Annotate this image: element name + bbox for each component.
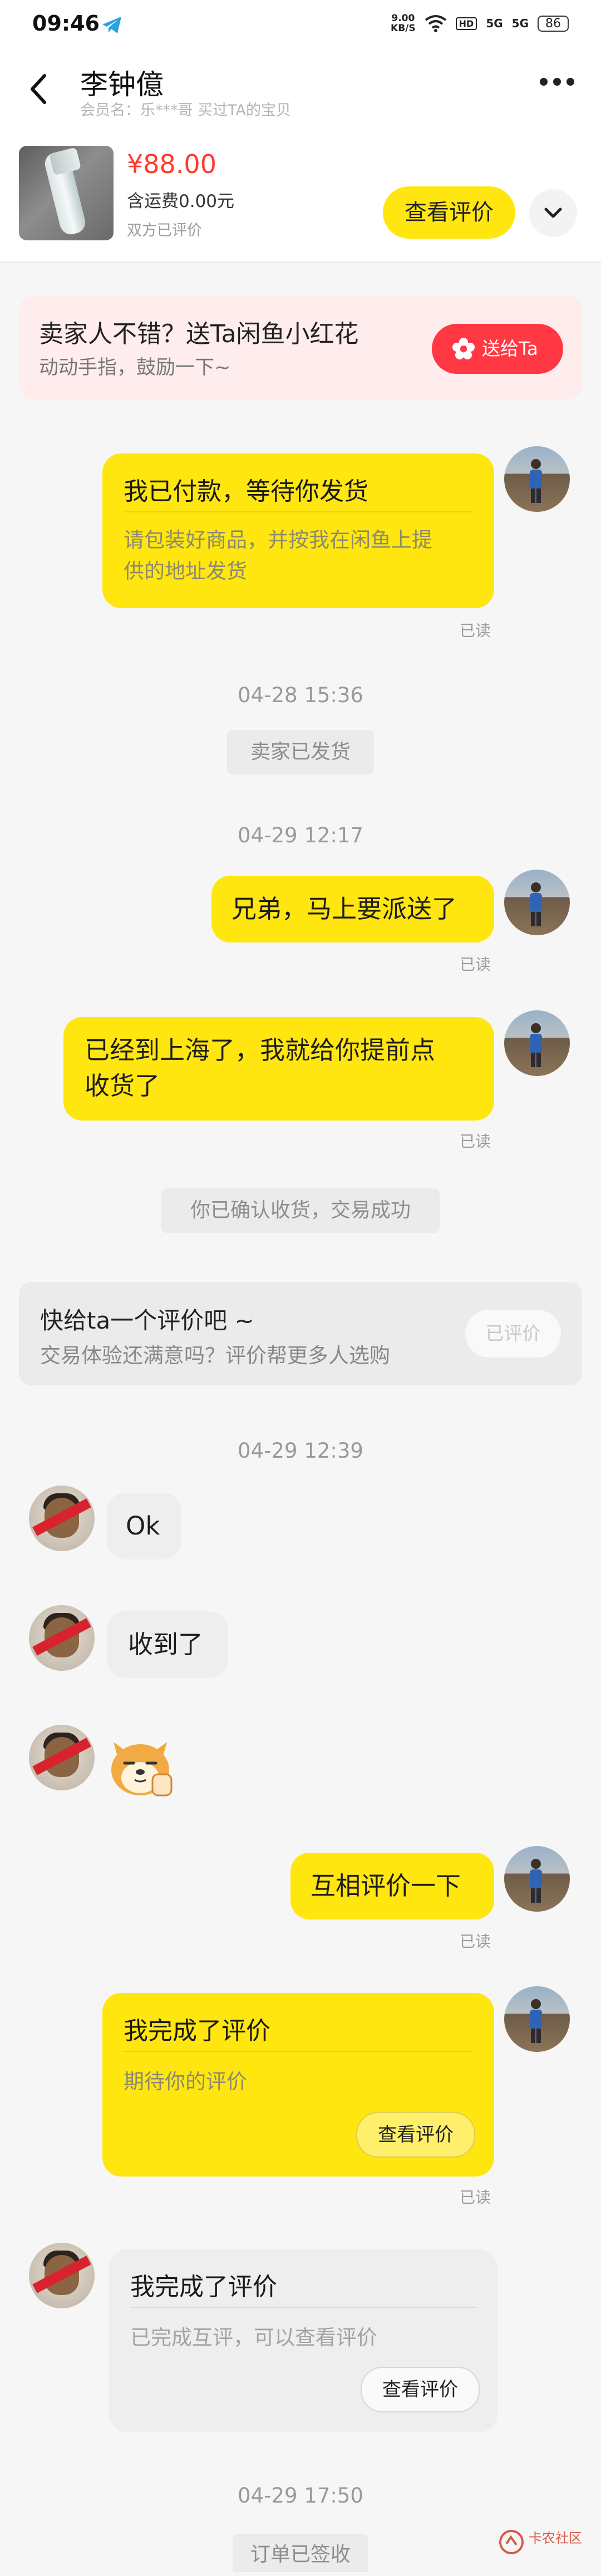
rate-prompt-card: 快给ta一个评价吧 ~ 交易体验还满意吗？评价帮更多人选购 已评价 <box>19 1282 582 1385</box>
chat-bubble[interactable]: 互相评价一下 <box>290 1853 494 1919</box>
flower-promo-banner: 卖家人不错？送Ta闲鱼小红花 动动手指，鼓励一下~ 送给Ta <box>19 296 582 399</box>
card-desc: 期待你的评价 <box>124 2070 247 2094</box>
card-divider <box>130 2307 476 2308</box>
chat-bubble[interactable]: 已经到上海了，我就给你提前点 收货了 <box>63 1017 494 1121</box>
card-title: 我完成了评价 <box>130 2273 277 2301</box>
back-arrow-icon[interactable] <box>26 71 52 107</box>
read-receipt: 已读 <box>460 1132 491 1151</box>
my-avatar[interactable] <box>504 1986 570 2052</box>
card-divider <box>124 2051 473 2052</box>
wifi-icon <box>425 15 446 32</box>
rated-button[interactable]: 已评价 <box>465 1310 561 1358</box>
system-message: 订单已签收 <box>233 2534 368 2572</box>
expand-button[interactable] <box>529 189 577 237</box>
read-receipt: 已读 <box>460 621 491 640</box>
battery-level: 86 <box>538 15 569 32</box>
doge-emoji-icon[interactable] <box>106 1733 175 1799</box>
my-review-card[interactable]: 我完成了评价 期待你的评价 查看评价 <box>102 1993 494 2177</box>
timestamp: 04-29 17:50 <box>238 2484 363 2508</box>
card-title: 我已付款，等待你发货 <box>124 477 368 506</box>
product-price: ¥88.00 <box>127 149 216 179</box>
rate-prompt-title: 快给ta一个评价吧 ~ <box>40 1307 254 1334</box>
timestamp: 04-29 12:39 <box>238 1439 363 1463</box>
card-divider <box>124 511 473 512</box>
peer-avatar[interactable] <box>29 2243 95 2308</box>
timestamp: 04-29 12:17 <box>238 823 363 847</box>
peer-avatar[interactable] <box>29 1605 95 1671</box>
peer-name[interactable]: 李钟億 <box>80 62 164 102</box>
watermark: 卡农社区 <box>499 2525 593 2562</box>
paid-status-card[interactable]: 我已付款，等待你发货 请包装好商品，并按我在闲鱼上提 供的地址发货 <box>102 453 494 608</box>
chat-header: 李钟億 会员名：乐***哥 买过TA的宝贝 <box>0 55 601 127</box>
more-dots-icon[interactable] <box>540 78 574 86</box>
telegram-icon <box>102 17 121 33</box>
view-review-button[interactable]: 查看评价 <box>361 2367 480 2412</box>
card-desc: 已完成互评，可以查看评价 <box>130 2326 377 2350</box>
card-title: 我完成了评价 <box>124 2017 270 2045</box>
chat-bubble[interactable]: 兄弟，马上要派送了 <box>211 876 494 942</box>
send-flower-button[interactable]: 送给Ta <box>432 324 563 374</box>
watermark-logo-icon <box>499 2530 524 2554</box>
clock: 09:46 <box>32 11 100 36</box>
signal-2: 5G <box>511 17 529 30</box>
card-desc: 请包装好商品，并按我在闲鱼上提 供的地址发货 <box>124 528 432 583</box>
my-avatar[interactable] <box>504 446 570 512</box>
hd-badge: HD <box>455 17 477 30</box>
flower-icon <box>452 338 475 359</box>
rate-prompt-subtitle: 交易体验还满意吗？评价帮更多人选购 <box>40 1344 390 1368</box>
check-review-button[interactable]: 查看评价 <box>383 186 515 239</box>
view-review-button[interactable]: 查看评价 <box>356 2112 475 2158</box>
signal-1: 5G <box>486 17 503 30</box>
peer-avatar[interactable] <box>29 1486 95 1551</box>
member-line: 会员名：乐***哥 买过TA的宝贝 <box>80 102 291 119</box>
my-avatar[interactable] <box>504 1010 570 1076</box>
read-receipt: 已读 <box>460 1932 491 1951</box>
promo-subtitle: 动动手指，鼓励一下~ <box>39 357 231 379</box>
my-avatar[interactable] <box>504 870 570 935</box>
read-receipt: 已读 <box>460 2188 491 2207</box>
product-thumbnail[interactable] <box>19 146 114 240</box>
network-speed: 9.00 KB/S <box>391 13 416 34</box>
chat-bubble[interactable]: Ok <box>107 1493 181 1560</box>
shipping-fee: 含运费0.00元 <box>127 191 235 211</box>
chat-bubble[interactable]: 收到了 <box>107 1611 228 1678</box>
read-receipt: 已读 <box>460 955 491 974</box>
system-message: 卖家已发货 <box>227 730 374 774</box>
chevron-down-icon <box>544 208 562 218</box>
system-message: 你已确认收货，交易成功 <box>161 1188 440 1233</box>
status-bar: 09:46 9.00 KB/S HD 5G 5G 86 <box>0 0 601 55</box>
product-bar[interactable]: ¥88.00 含运费0.00元 双方已评价 查看评价 <box>0 127 601 263</box>
status-icons: 9.00 KB/S HD 5G 5G 86 <box>391 13 569 33</box>
peer-avatar[interactable] <box>29 1725 95 1790</box>
my-avatar[interactable] <box>504 1846 570 1912</box>
review-state: 双方已评价 <box>127 222 202 239</box>
peer-review-card[interactable]: 我完成了评价 已完成互评，可以查看评价 查看评价 <box>109 2249 497 2432</box>
promo-title: 卖家人不错？送Ta闲鱼小红花 <box>39 320 359 348</box>
timestamp: 04-28 15:36 <box>238 683 363 707</box>
